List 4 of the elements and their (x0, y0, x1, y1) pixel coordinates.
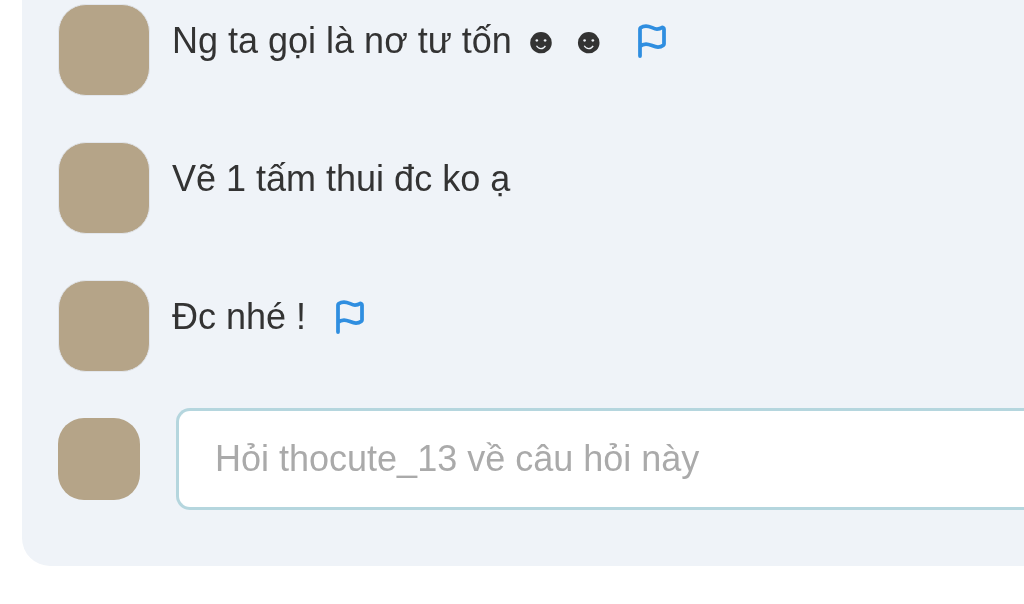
comment-text: Đc nhé ! (172, 295, 307, 339)
comment-input-field[interactable]: Hỏi thocute_13 về câu hỏi này (176, 408, 1024, 510)
comment-text: Vẽ 1 tấm thui đc ko ạ (172, 157, 511, 201)
comment-text: Ng ta gọi là nơ tư tốn ☻ ☻ (172, 19, 608, 63)
